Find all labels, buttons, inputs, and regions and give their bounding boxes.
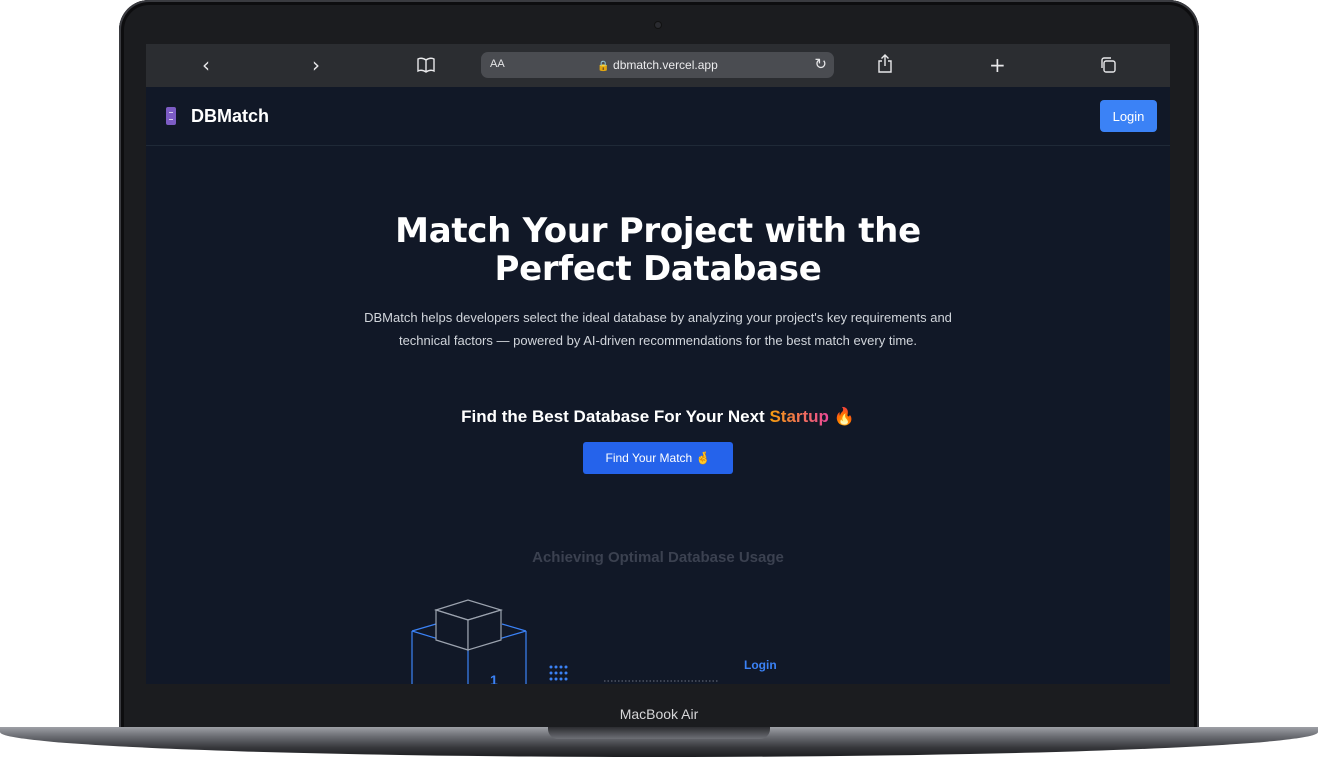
lock-icon: 🔒 [597,61,610,72]
browser-screen: ‹ › AA 🔒 dbmatch.vercel.app ↻ + DBMatch … [146,44,1170,684]
file-cabinet-icon [166,107,176,125]
chevron-right-icon[interactable]: › [312,54,320,76]
book-icon[interactable] [416,56,436,78]
illustration-number: 1 [490,672,498,684]
camera-dot [655,22,661,28]
database-illustration [411,599,718,684]
address-bar[interactable]: AA 🔒 dbmatch.vercel.app ↻ [481,52,834,78]
reload-icon[interactable]: ↻ [814,55,827,73]
find-match-button[interactable]: Find Your Match 🤞 [583,442,733,474]
site-navbar: DBMatch Login [146,87,1170,146]
chevron-left-icon[interactable]: ‹ [202,54,210,76]
fire-icon: 🔥 [833,407,855,426]
hero-title: Match Your Project with the Perfect Data… [146,212,1170,288]
safari-toolbar: ‹ › AA 🔒 dbmatch.vercel.app ↻ + [146,44,1170,87]
url-text: 🔒 dbmatch.vercel.app [481,58,834,72]
device-model-label: MacBook Air [619,706,699,722]
hero-description: DBMatch helps developers select the idea… [364,310,952,348]
plus-icon[interactable]: + [989,54,1006,76]
tagline-accent: Startup [769,407,829,426]
tagline-prefix: Find the Best Database For Your Next [461,407,765,426]
share-icon[interactable] [877,54,893,78]
hero-title-line1: Match Your Project with the [395,211,921,251]
tabs-icon[interactable] [1099,56,1117,78]
illustration-login-label: Login [744,658,777,672]
section-title: Achieving Optimal Database Usage [532,549,784,566]
brand-name[interactable]: DBMatch [191,106,269,127]
laptop-opening-notch [548,727,770,739]
hero-title-line2: Perfect Database [494,249,822,289]
login-button[interactable]: Login [1100,100,1157,132]
tagline: Find the Best Database For Your Next Sta… [146,407,1170,427]
url-value: dbmatch.vercel.app [613,58,718,72]
